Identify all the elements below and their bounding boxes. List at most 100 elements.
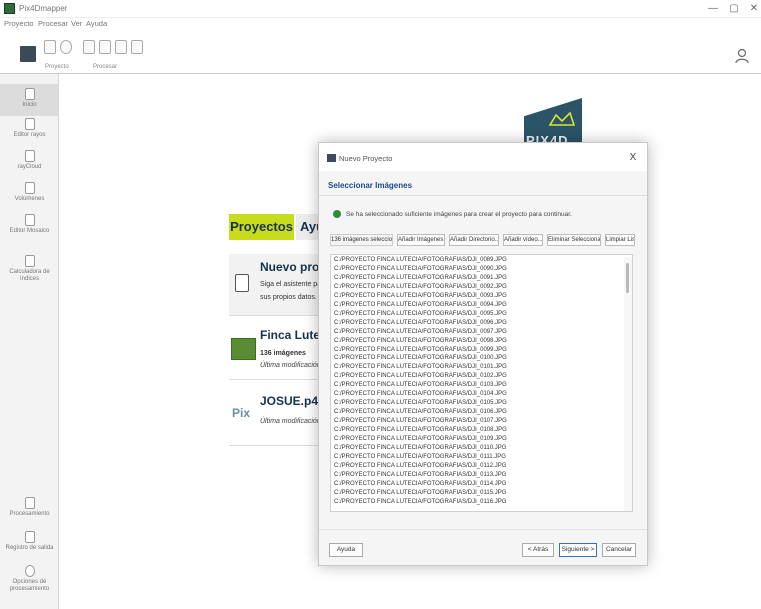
sidebar-item-editor-mosaico[interactable]: Editor Mosaico: [0, 214, 59, 250]
dialog-step-header: Seleccionar Imágenes: [328, 181, 413, 190]
divider: [319, 529, 647, 530]
file-list-item[interactable]: C:/PROYECTO FINCA LUTECIA/FOTOGRAFIAS/DJ…: [334, 373, 507, 379]
sidebar-item-inicio[interactable]: Inicio: [0, 84, 59, 116]
file-list-item[interactable]: C:/PROYECTO FINCA LUTECIA/FOTOGRAFIAS/DJ…: [334, 311, 507, 317]
dialog-title: Nuevo Proyecto: [339, 154, 393, 163]
file-list-item[interactable]: C:/PROYECTO FINCA LUTECIA/FOTOGRAFIAS/DJ…: [334, 418, 507, 424]
sidebar-item-label: Inicio: [22, 102, 37, 108]
pix4d-project-icon: Pix: [232, 406, 251, 420]
card-line1: 136 imágenes: [260, 350, 306, 357]
scrollbar-thumb[interactable]: [626, 263, 629, 293]
process-step3-icon[interactable]: [115, 40, 127, 54]
file-list-item[interactable]: C:/PROYECTO FINCA LUTECIA/FOTOGRAFIAS/DJ…: [334, 329, 507, 335]
menu-bar: [0, 18, 761, 31]
sidebar-item-calculadora[interactable]: Calculadora de índices: [0, 255, 59, 295]
sidebar-item-registro[interactable]: Registro de salida: [0, 531, 59, 561]
minimize-button[interactable]: —: [706, 2, 720, 16]
file-list-item[interactable]: C:/PROYECTO FINCA LUTECIA/FOTOGRAFIAS/DJ…: [334, 338, 507, 344]
file-list-item[interactable]: C:/PROYECTO FINCA LUTECIA/FOTOGRAFIAS/DJ…: [334, 364, 507, 370]
file-list-item[interactable]: C:/PROYECTO FINCA LUTECIA/FOTOGRAFIAS/DJ…: [334, 481, 506, 487]
file-list-item[interactable]: C:/PROYECTO FINCA LUTECIA/FOTOGRAFIAS/DJ…: [334, 275, 507, 281]
volume-icon: [24, 182, 35, 194]
file-list-item[interactable]: C:/PROYECTO FINCA LUTECIA/FOTOGRAFIAS/DJ…: [334, 454, 506, 460]
add-video-button[interactable]: Añadir vídeo...: [503, 234, 543, 246]
image-file-list[interactable]: C:/PROYECTO FINCA LUTECIA/FOTOGRAFIAS/DJ…: [330, 254, 633, 512]
project-icon[interactable]: [20, 46, 36, 62]
target-icon[interactable]: [60, 40, 72, 54]
processing-icon: [24, 497, 35, 509]
file-list-item[interactable]: C:/PROYECTO FINCA LUTECIA/FOTOGRAFIAS/DJ…: [334, 266, 507, 272]
new-project-dialog: Nuevo Proyecto X Seleccionar Imágenes Se…: [318, 142, 648, 566]
file-list-item[interactable]: C:/PROYECTO FINCA LUTECIA/FOTOGRAFIAS/DJ…: [334, 355, 507, 361]
maximize-button[interactable]: ▢: [727, 2, 741, 16]
file-list-item[interactable]: C:/PROYECTO FINCA LUTECIA/FOTOGRAFIAS/DJ…: [334, 490, 506, 496]
file-list-item[interactable]: C:/PROYECTO FINCA LUTECIA/FOTOGRAFIAS/DJ…: [334, 463, 506, 469]
sidebar-item-label: Opciones de procesamiento: [9, 579, 50, 592]
mosaic-icon: [24, 214, 35, 226]
menu-ayuda[interactable]: Ayuda: [86, 19, 107, 28]
calculator-icon: [24, 255, 35, 267]
file-list-item[interactable]: C:/PROYECTO FINCA LUTECIA/FOTOGRAFIAS/DJ…: [334, 427, 507, 433]
dialog-close-button[interactable]: X: [625, 150, 641, 166]
log-icon: [24, 531, 35, 543]
cancel-button[interactable]: Cancelar: [602, 543, 636, 557]
raycloud-icon: [24, 150, 35, 162]
menu-procesar[interactable]: Procesar: [38, 19, 68, 28]
file-list-item[interactable]: C:/PROYECTO FINCA LUTECIA/FOTOGRAFIAS/DJ…: [334, 409, 507, 415]
sidebar-item-editor-rayos[interactable]: Editor rayos: [0, 118, 59, 148]
clear-list-button[interactable]: Limpiar Lista: [605, 234, 635, 246]
remove-selected-button[interactable]: Eliminar Seleccionado: [547, 234, 601, 246]
file-list-item[interactable]: C:/PROYECTO FINCA LUTECIA/FOTOGRAFIAS/DJ…: [334, 302, 507, 308]
sidebar-item-label: Volúmenes: [14, 196, 45, 202]
sidebar-item-label: Editor rayos: [13, 132, 46, 138]
sidebar-item-procesamiento[interactable]: Procesamiento: [0, 497, 59, 527]
user-icon[interactable]: [735, 48, 749, 64]
scrollbar[interactable]: [624, 257, 632, 511]
menu-proyecto[interactable]: Proyecto: [4, 19, 34, 28]
gear-icon: [24, 565, 35, 577]
file-list-item[interactable]: C:/PROYECTO FINCA LUTECIA/FOTOGRAFIAS/DJ…: [334, 436, 507, 442]
file-list-item[interactable]: C:/PROYECTO FINCA LUTECIA/FOTOGRAFIAS/DJ…: [334, 257, 507, 263]
status-message: Se ha seleccionado suficiente imágenes p…: [346, 211, 572, 218]
sidebar-item-label: Procesamiento: [9, 511, 50, 517]
project-card-finca[interactable]: Finca Lutecia 136 imágenes Última modifi…: [229, 322, 329, 380]
process-step2-icon[interactable]: [99, 40, 111, 54]
sidebar-item-volumenes[interactable]: Volúmenes: [0, 182, 59, 212]
sidebar-item-label: rayCloud: [17, 164, 42, 170]
divider: [319, 195, 647, 196]
file-list-item[interactable]: C:/PROYECTO FINCA LUTECIA/FOTOGRAFIAS/DJ…: [334, 472, 506, 478]
project-card-josue[interactable]: Pix JOSUE.p4d Última modificación: [229, 386, 329, 446]
new-project-card[interactable]: Nuevo proyecto Siga el asistente para su…: [229, 254, 329, 316]
next-button[interactable]: Siguiente >: [559, 543, 597, 557]
file-list-item[interactable]: C:/PROYECTO FINCA LUTECIA/FOTOGRAFIAS/DJ…: [334, 391, 507, 397]
process-step1-icon[interactable]: [83, 40, 95, 54]
selected-count-label: 136 imágenes seleccionadas: [330, 234, 393, 246]
add-images-button[interactable]: Añadir Imágenes...: [397, 234, 445, 246]
card-line2: sus propios datos.: [260, 294, 317, 301]
new-project-icon[interactable]: [44, 40, 56, 54]
title-bar: [0, 0, 761, 18]
back-button[interactable]: < Atrás: [522, 543, 554, 557]
card-line2: Última modificación: [260, 418, 321, 425]
file-list-item[interactable]: C:/PROYECTO FINCA LUTECIA/FOTOGRAFIAS/DJ…: [334, 445, 506, 451]
project-thumbnail: [231, 338, 256, 360]
rays-icon: [24, 118, 35, 130]
sidebar-item-raycloud[interactable]: rayCloud: [0, 150, 59, 180]
tab-proyectos[interactable]: Proyectos: [229, 214, 294, 240]
file-list-item[interactable]: C:/PROYECTO FINCA LUTECIA/FOTOGRAFIAS/DJ…: [334, 347, 507, 353]
process-step4-icon[interactable]: [131, 40, 143, 54]
close-window-button[interactable]: ✕: [748, 2, 760, 16]
menu-ver[interactable]: Ver: [71, 19, 82, 28]
sidebar-item-opciones[interactable]: Opciones de procesamiento: [0, 565, 59, 605]
file-list-item[interactable]: C:/PROYECTO FINCA LUTECIA/FOTOGRAFIAS/DJ…: [334, 382, 507, 388]
file-list-item[interactable]: C:/PROYECTO FINCA LUTECIA/FOTOGRAFIAS/DJ…: [334, 320, 507, 326]
file-list-item[interactable]: C:/PROYECTO FINCA LUTECIA/FOTOGRAFIAS/DJ…: [334, 284, 507, 290]
help-button[interactable]: Ayuda: [329, 543, 363, 557]
file-list-item[interactable]: C:/PROYECTO FINCA LUTECIA/FOTOGRAFIAS/DJ…: [334, 400, 507, 406]
window-title: Pix4Dmapper: [19, 4, 68, 13]
file-list-item[interactable]: C:/PROYECTO FINCA LUTECIA/FOTOGRAFIAS/DJ…: [334, 293, 507, 299]
new-project-icon: [235, 274, 249, 292]
file-list-item[interactable]: C:/PROYECTO FINCA LUTECIA/FOTOGRAFIAS/DJ…: [334, 499, 506, 505]
toolbar-group-proyecto: Proyecto: [45, 64, 69, 70]
add-directory-button[interactable]: Añadir Directorio...: [449, 234, 499, 246]
